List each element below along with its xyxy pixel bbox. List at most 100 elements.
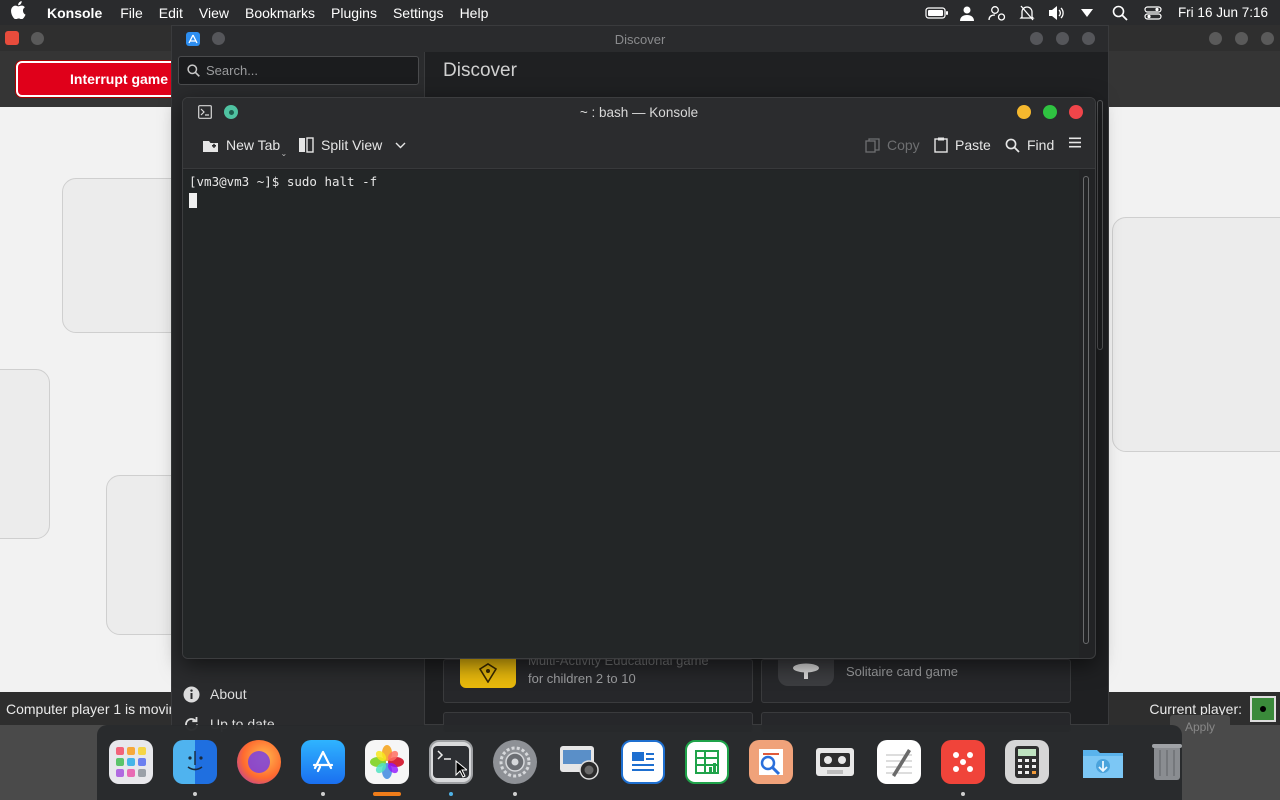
game-maximize-button[interactable]: [1235, 32, 1248, 45]
menu-edit[interactable]: Edit: [151, 5, 191, 21]
kpatience-icon: [778, 658, 834, 686]
user-switch-icon[interactable]: [982, 0, 1012, 25]
dock-item-downloads[interactable]: [1081, 740, 1125, 785]
running-indicator: [449, 792, 453, 796]
menu-settings[interactable]: Settings: [385, 5, 452, 21]
dropdown-icon[interactable]: [1072, 0, 1102, 25]
info-icon: [182, 685, 200, 703]
dock-item-preview[interactable]: [749, 740, 793, 785]
menu-bookmarks[interactable]: Bookmarks: [237, 5, 323, 21]
battery-icon[interactable]: [922, 0, 952, 25]
dock-item-calculator[interactable]: [1005, 740, 1049, 785]
sidebar-item-label: About: [210, 686, 247, 702]
hamburger-menu-icon[interactable]: [1069, 137, 1081, 148]
dock: [97, 725, 1182, 800]
game-window-button[interactable]: [31, 32, 44, 45]
maximize-button[interactable]: [1043, 105, 1057, 119]
discover-minimize-button[interactable]: [1030, 32, 1043, 45]
split-view-label: Split View: [321, 137, 383, 153]
app-card-description: Solitaire card game: [846, 664, 958, 679]
terminal-cursor: [189, 193, 197, 208]
terminal-line: [vm3@vm3 ~]$ sudo halt -f: [189, 174, 378, 189]
top-menu-bar: Konsole File Edit View Bookmarks Plugins…: [0, 0, 1280, 25]
paste-icon: [934, 137, 948, 153]
dock-item-trash[interactable]: [1145, 740, 1189, 785]
interrupt-game-button[interactable]: Interrupt game: [16, 61, 191, 97]
game-close-button[interactable]: [1261, 32, 1274, 45]
cassette-icon: [813, 740, 857, 784]
close-button[interactable]: [1069, 105, 1083, 119]
dock-item-screenshot[interactable]: [557, 740, 601, 785]
discover-window-title: Discover: [614, 31, 666, 47]
discover-app-icon: [186, 32, 200, 46]
menubar-clock[interactable]: Fri 16 Jun 7:16: [1168, 5, 1280, 20]
split-view-button[interactable]: Split View: [298, 137, 406, 153]
terminal-scrollbar[interactable]: [1083, 176, 1089, 644]
dock-item-photos[interactable]: [365, 740, 409, 796]
user-icon[interactable]: [952, 0, 982, 25]
app-card-kpatience[interactable]: Solitaire card game: [761, 658, 1071, 703]
dock-item-system-settings[interactable]: [493, 740, 537, 796]
dice-icon: [941, 740, 985, 784]
gcompris-icon: [460, 658, 516, 688]
find-button[interactable]: Find: [1005, 137, 1054, 153]
active-app-name[interactable]: Konsole: [36, 5, 112, 21]
document-icon: [621, 740, 665, 784]
discover-window-button[interactable]: [212, 32, 225, 45]
running-indicator: [513, 792, 517, 796]
board-card[interactable]: [0, 369, 50, 539]
board-card[interactable]: [1112, 217, 1280, 452]
keep-above-button[interactable]: [224, 105, 238, 119]
discover-scrollbar[interactable]: [1097, 100, 1103, 350]
control-center-icon[interactable]: [1138, 0, 1168, 25]
chevron-down-icon: ⌄: [280, 149, 288, 158]
menu-help[interactable]: Help: [452, 5, 497, 21]
search-input[interactable]: Search...: [178, 56, 419, 85]
minimize-button[interactable]: [1017, 105, 1031, 119]
dock-item-firefox[interactable]: [237, 740, 281, 785]
app-card-gcompris[interactable]: Multi-Activity Educational game for chil…: [443, 653, 753, 703]
paste-button[interactable]: Paste: [934, 137, 991, 153]
menu-file[interactable]: File: [112, 5, 151, 21]
notifications-off-icon[interactable]: [1012, 0, 1042, 25]
dock-item-tape[interactable]: [813, 740, 857, 785]
app-store-icon: [301, 740, 345, 784]
dock-item-calc[interactable]: [685, 740, 729, 785]
dock-item-dice-game[interactable]: [941, 740, 985, 796]
konsole-toolbar: New Tab ⌄ Split View Copy Paste Find: [183, 126, 1095, 169]
dock-item-finder[interactable]: [173, 740, 217, 796]
dock-item-terminal[interactable]: [429, 740, 473, 796]
dock-item-notes[interactable]: [877, 740, 921, 785]
game-app-icon: [5, 31, 19, 45]
finder-icon: [173, 740, 217, 784]
copy-button[interactable]: Copy: [865, 137, 920, 153]
game-minimize-button[interactable]: [1209, 32, 1222, 45]
current-player-indicator: [1250, 695, 1276, 722]
sidebar-item-about[interactable]: About: [182, 685, 247, 703]
discover-titlebar: Discover: [172, 26, 1108, 52]
spreadsheet-icon: [685, 740, 729, 784]
terminal-output[interactable]: [vm3@vm3 ~]$ sudo halt -f: [183, 170, 1079, 658]
calculator-icon: [1005, 740, 1049, 784]
dock-item-launchpad[interactable]: [109, 740, 153, 785]
running-indicator: [961, 792, 965, 796]
new-tab-button[interactable]: New Tab ⌄: [202, 137, 287, 158]
volume-icon[interactable]: [1042, 0, 1072, 25]
menu-plugins[interactable]: Plugins: [323, 5, 385, 21]
search-icon[interactable]: [1102, 0, 1138, 25]
discover-maximize-button[interactable]: [1056, 32, 1069, 45]
split-view-icon: [298, 137, 314, 153]
notepad-icon: [877, 740, 921, 784]
search-icon: [1005, 138, 1020, 153]
paste-label: Paste: [955, 137, 991, 153]
search-placeholder: Search...: [206, 63, 259, 78]
apple-icon[interactable]: [0, 1, 36, 24]
mouse-pointer-icon: [455, 759, 469, 781]
discover-close-button[interactable]: [1082, 32, 1095, 45]
menu-view[interactable]: View: [191, 5, 237, 21]
find-label: Find: [1027, 137, 1055, 153]
dock-item-app-store[interactable]: [301, 740, 345, 796]
dock-item-writer[interactable]: [621, 740, 665, 785]
trash-icon: [1145, 740, 1189, 784]
terminal-app-icon[interactable]: [198, 105, 212, 122]
